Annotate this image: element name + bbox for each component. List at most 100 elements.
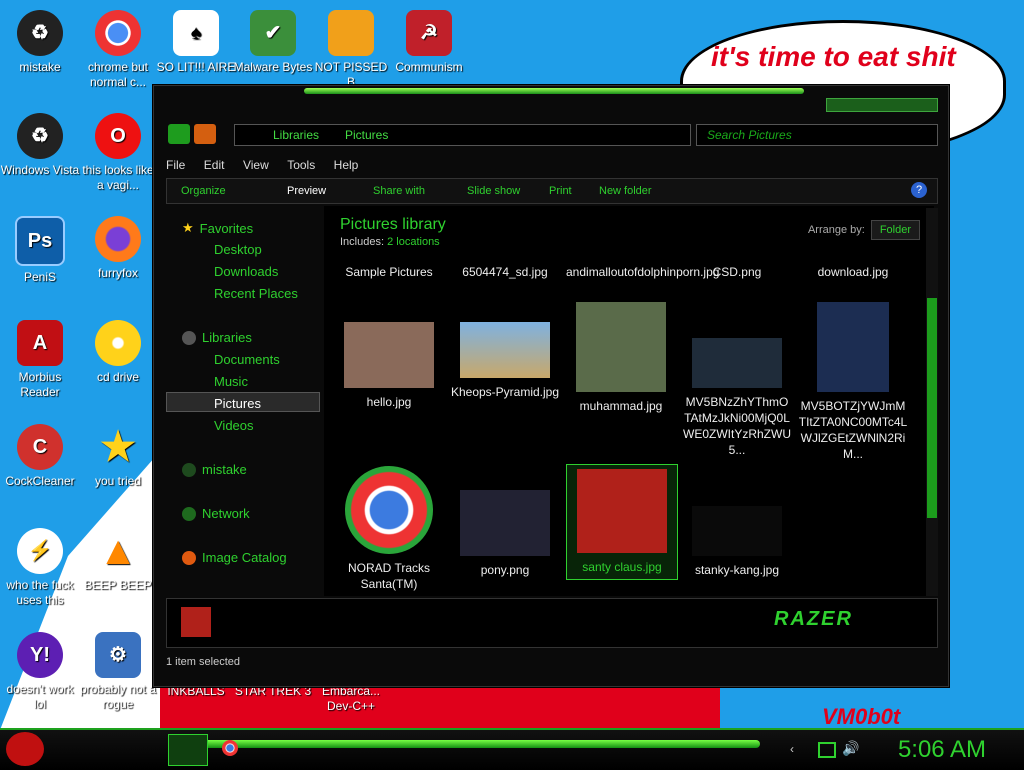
yahoo-icon: Y! — [17, 632, 63, 678]
nav-desktop[interactable]: Desktop — [214, 242, 262, 257]
file-item[interactable]: 6504474_sd.jpg — [450, 264, 560, 280]
catalog-icon — [182, 550, 196, 565]
file-item[interactable]: MV5BNzZhYThmOTAtMzJkNi00MjQ0LWE0ZWItYzRh… — [682, 338, 792, 458]
help-icon[interactable]: ? — [911, 182, 927, 198]
search-placeholder: Search Pictures — [707, 128, 792, 142]
desktop-icon-solit[interactable]: ♠ SO LIT!!! AIRE — [156, 10, 236, 75]
file-item[interactable]: Kheops-Pyramid.jpg — [450, 322, 560, 400]
nav-network[interactable]: Network — [182, 506, 250, 521]
arrange-dropdown[interactable]: Folder — [870, 220, 920, 240]
nav-mistake[interactable]: mistake — [182, 462, 247, 477]
ccleaner-icon: C — [17, 424, 63, 470]
search-box[interactable]: Search Pictures — [696, 124, 938, 146]
arrange-by: Arrange by: Folder — [808, 220, 920, 240]
desktop-icon-vista[interactable]: ♻ Windows Vista — [0, 113, 80, 178]
bolt-icon: ⚡ — [17, 528, 63, 574]
chrome-icon — [95, 10, 141, 56]
volume-icon[interactable]: 🔊 — [842, 740, 859, 757]
breadcrumb-pictures[interactable]: Pictures — [345, 128, 388, 142]
vertical-scrollbar[interactable] — [926, 208, 938, 596]
preview-button[interactable]: Preview — [287, 185, 326, 197]
desktop-icon-beep[interactable]: ▲ BEEP BEEP — [78, 528, 158, 593]
desktop-icon-morbius[interactable]: A Morbius Reader — [0, 320, 80, 400]
image-thumbnail — [692, 506, 782, 556]
pdf-icon: A — [17, 320, 63, 366]
nav-favorites[interactable]: ★ Favorites — [182, 220, 253, 236]
file-item[interactable]: hello.jpg — [334, 322, 444, 410]
breadcrumb-libraries[interactable]: Libraries — [273, 128, 319, 142]
nav-documents[interactable]: Documents — [214, 352, 280, 367]
taskbar-explorer-button[interactable] — [168, 734, 208, 766]
desktop-icon-penis[interactable]: Ps PeniS — [0, 216, 80, 285]
desktop-icon-furryfox[interactable]: furryfox — [78, 216, 158, 281]
file-item-selected[interactable]: santy claus.jpg — [566, 464, 678, 580]
menu-tools[interactable]: Tools — [287, 158, 315, 172]
file-item[interactable]: andimalloutofdolphinporn.jpg — [566, 264, 719, 280]
nav-recent-places[interactable]: Recent Places — [214, 286, 298, 301]
share-with-button[interactable]: Share with — [373, 185, 425, 197]
desktop-icon-whouses[interactable]: ⚡ who the fuck uses this — [0, 528, 80, 608]
network-icon — [182, 506, 196, 521]
includes-locations-link[interactable]: 2 locations — [387, 236, 440, 248]
file-view[interactable]: Pictures library Includes: 2 locations A… — [324, 206, 934, 596]
desktop-icon-malware[interactable]: ✔ Malware Bytes — [233, 10, 313, 75]
new-folder-button[interactable]: New folder — [599, 185, 652, 197]
desktop-icon-devcpp[interactable]: Embarca... Dev-C++ — [311, 684, 391, 714]
nav-image-catalog[interactable]: Image Catalog — [182, 550, 287, 565]
desktop-icon-youtried[interactable]: ★ you tried — [78, 424, 158, 489]
desktop-icon-notpissed[interactable]: NOT PISSED B — [311, 10, 391, 90]
file-item[interactable]: CSD.png — [682, 264, 792, 280]
file-item[interactable]: NORAD Tracks Santa(TM) — [334, 466, 444, 592]
desktop-icon-rogue[interactable]: ⚙ probably not a rogue — [78, 632, 158, 712]
start-button[interactable] — [6, 732, 44, 766]
file-item[interactable]: MV5BOTZjYWJmMTItZTA0NC00MTc4LWJlZGEtZWNl… — [798, 302, 908, 462]
file-item[interactable]: Sample Pictures — [334, 264, 444, 280]
menu-file[interactable]: File — [166, 158, 185, 172]
library-includes: Includes: 2 locations — [340, 236, 440, 248]
selected-thumbnail — [181, 607, 211, 637]
desktop-icon-chrome[interactable]: chrome but normal c... — [78, 10, 158, 90]
menu-edit[interactable]: Edit — [204, 158, 225, 172]
desktop-icon-mistake[interactable]: ♻ mistake — [0, 10, 80, 75]
back-button[interactable] — [168, 124, 190, 144]
slide-show-button[interactable]: Slide show — [467, 185, 520, 197]
nav-videos[interactable]: Videos — [214, 418, 254, 433]
file-item[interactable]: stanky-kang.jpg — [682, 506, 792, 578]
clock[interactable]: 5:06 AM — [898, 736, 986, 764]
desktop-icon-cockcleaner[interactable]: C CockCleaner — [0, 424, 80, 489]
explorer-window[interactable]: Libraries Pictures Search Pictures File … — [153, 85, 949, 687]
desktop-icon-opera[interactable]: Othis looks like a vagi... — [78, 113, 158, 193]
gears-icon: ⚙ — [95, 632, 141, 678]
scrollbar-thumb[interactable] — [927, 298, 937, 518]
organize-button[interactable]: Organize — [181, 185, 226, 197]
desktop-icon-cddrive[interactable]: cd drive — [78, 320, 158, 385]
file-item[interactable]: download.jpg — [798, 264, 908, 280]
tray-arrow-icon[interactable]: ‹ — [790, 742, 794, 756]
window-top-glow — [304, 88, 804, 94]
menu-bar: File Edit View Tools Help — [166, 156, 936, 174]
image-thumbnail — [576, 302, 666, 392]
library-icon — [182, 330, 196, 345]
menu-help[interactable]: Help — [334, 158, 359, 172]
desktop-icon-communism[interactable]: ☭ Communism — [389, 10, 469, 75]
menu-view[interactable]: View — [243, 158, 269, 172]
address-bar[interactable]: Libraries Pictures — [234, 124, 691, 146]
nav-pictures[interactable]: Pictures — [214, 396, 261, 411]
network-tray-icon[interactable] — [818, 742, 836, 758]
taskbar-chrome-button[interactable] — [222, 740, 238, 756]
desktop-icon-doesntwork[interactable]: Y! doesn't work lol — [0, 632, 80, 712]
nav-music[interactable]: Music — [214, 374, 248, 389]
star-icon: ★ — [182, 220, 194, 235]
nav-libraries[interactable]: Libraries — [182, 330, 252, 345]
image-thumbnail — [577, 469, 667, 553]
emblem-icon: ☭ — [406, 10, 452, 56]
nav-downloads[interactable]: Downloads — [214, 264, 278, 279]
forward-button[interactable] — [194, 124, 216, 144]
firefox-icon — [95, 216, 141, 262]
file-item[interactable]: pony.png — [450, 490, 560, 578]
image-thumbnail — [460, 490, 550, 556]
print-button[interactable]: Print — [549, 185, 572, 197]
image-thumbnail — [692, 338, 782, 388]
file-item[interactable]: muhammad.jpg — [566, 302, 676, 414]
window-controls[interactable] — [826, 98, 938, 112]
